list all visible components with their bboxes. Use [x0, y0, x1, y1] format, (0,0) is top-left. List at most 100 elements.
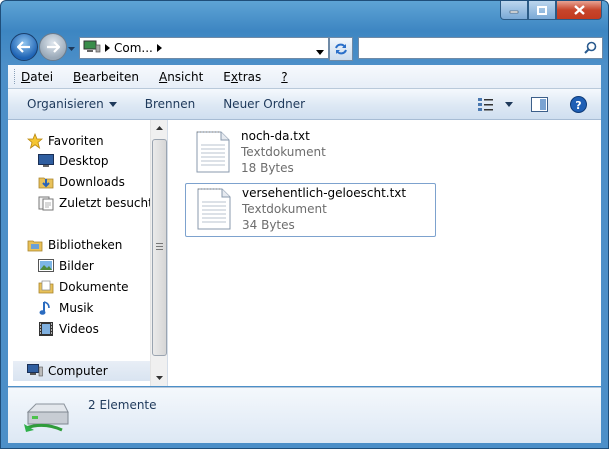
- arrow-right-icon: [47, 41, 60, 53]
- nav-documents-label: Dokumente: [59, 280, 129, 294]
- burn-button[interactable]: Brennen: [145, 97, 195, 111]
- recent-pages-dropdown[interactable]: [68, 41, 75, 55]
- maximize-button[interactable]: [528, 1, 556, 20]
- libraries-icon: [27, 237, 43, 253]
- nav-recent-places-label: Zuletzt besucht: [59, 196, 153, 210]
- back-button[interactable]: [10, 33, 38, 61]
- star-icon: [27, 133, 43, 149]
- change-view-button[interactable]: [477, 97, 513, 111]
- menu-bar: Datei Bearbeiten Ansicht Extras ?: [8, 65, 601, 89]
- minimize-button[interactable]: [500, 1, 528, 20]
- nav-computer-label: Computer: [48, 364, 108, 378]
- nav-computer[interactable]: Computer: [13, 361, 153, 381]
- address-bar[interactable]: Com...: [79, 37, 329, 59]
- view-controls: ?: [477, 89, 601, 119]
- recent-places-icon: [38, 195, 54, 211]
- svg-text:?: ?: [575, 99, 581, 112]
- nav-favorites[interactable]: Favoriten: [27, 131, 104, 151]
- help-button[interactable]: ?: [570, 95, 587, 113]
- file-item-selected[interactable]: versehentlich-geloescht.txt Textdokument…: [185, 183, 436, 237]
- preview-pane-button[interactable]: [531, 96, 548, 112]
- search-input[interactable]: [363, 38, 577, 58]
- nav-desktop[interactable]: Desktop: [38, 151, 109, 171]
- chevron-down-icon: [68, 47, 75, 51]
- menu-tools[interactable]: Extras: [210, 70, 268, 84]
- menu-grip: [14, 69, 17, 84]
- menu-view[interactable]: Ansicht: [146, 70, 210, 84]
- file-item[interactable]: noch-da.txt Textdokument 18 Bytes: [185, 127, 434, 179]
- downloads-icon: [38, 174, 54, 190]
- organize-label: Organisieren: [27, 97, 104, 111]
- help-icon: ?: [570, 95, 587, 113]
- new-folder-button[interactable]: Neuer Ordner: [223, 97, 305, 111]
- file-name: versehentlich-geloescht.txt: [242, 186, 407, 200]
- breadcrumb-separator-icon[interactable]: [105, 41, 110, 55]
- navigation-scrollbar[interactable]: [150, 120, 167, 386]
- computer-icon: [27, 363, 43, 379]
- caption-buttons: [500, 1, 602, 21]
- file-size: 18 Bytes: [241, 161, 294, 175]
- chevron-down-icon: [108, 101, 117, 107]
- nav-desktop-label: Desktop: [59, 154, 109, 168]
- file-name: noch-da.txt: [241, 129, 310, 143]
- search-box: [358, 37, 603, 59]
- nav-videos-label: Videos: [59, 322, 99, 336]
- minimize-icon: [509, 10, 519, 14]
- search-icon[interactable]: [584, 41, 597, 57]
- drive-icon: [24, 400, 70, 437]
- nav-libraries[interactable]: Bibliotheken: [27, 235, 122, 255]
- navigation-row: Com...: [1, 29, 608, 65]
- refresh-icon: [335, 43, 347, 55]
- computer-icon: [83, 40, 101, 57]
- menu-edit[interactable]: Bearbeiten: [60, 70, 146, 84]
- pictures-icon: [38, 258, 54, 274]
- breadcrumb-separator-icon[interactable]: [156, 41, 162, 55]
- documents-icon: [38, 279, 54, 295]
- videos-icon: [38, 321, 54, 337]
- maximize-icon: [537, 5, 547, 15]
- chevron-down-icon: [316, 50, 324, 55]
- breadcrumb-computer[interactable]: Com...: [114, 41, 153, 55]
- text-document-icon: [196, 187, 232, 234]
- file-type: Textdokument: [242, 202, 327, 216]
- close-icon: [573, 5, 585, 15]
- nav-downloads[interactable]: Downloads: [38, 172, 125, 192]
- nav-documents[interactable]: Dokumente: [38, 277, 129, 297]
- view-list-icon: [478, 98, 493, 111]
- burn-label: Brennen: [144, 97, 196, 111]
- chevron-down-icon: [505, 101, 513, 107]
- scroll-down-button[interactable]: [151, 370, 167, 386]
- nav-libraries-label: Bibliotheken: [48, 238, 123, 252]
- organize-button[interactable]: Organisieren: [27, 97, 117, 111]
- nav-music[interactable]: Musik: [38, 298, 94, 318]
- nav-pictures-label: Bilder: [59, 259, 94, 273]
- refresh-button[interactable]: [329, 37, 353, 61]
- command-bar: Organisieren Brennen Neuer Ordner ?: [8, 89, 601, 120]
- explorer-window: Com... Datei Bearbeiten Ansicht Extras ?: [0, 0, 609, 449]
- file-type: Textdokument: [241, 145, 326, 159]
- nav-videos[interactable]: Videos: [38, 319, 99, 339]
- nav-favorites-label: Favoriten: [48, 134, 104, 148]
- nav-music-label: Musik: [59, 301, 94, 315]
- address-history-dropdown[interactable]: [316, 44, 324, 58]
- arrow-left-icon: [17, 41, 30, 53]
- text-document-icon: [195, 130, 231, 177]
- new-folder-label: Neuer Ordner: [223, 97, 306, 111]
- scroll-up-button[interactable]: [151, 120, 167, 136]
- details-pane: 2 Elemente: [8, 387, 601, 443]
- nav-pictures[interactable]: Bilder: [38, 256, 94, 276]
- navigation-pane: Favoriten Desktop Downloads Zuletzt besu…: [8, 120, 168, 386]
- menu-help[interactable]: ?: [268, 70, 294, 84]
- item-count: 2 Elemente: [88, 398, 157, 412]
- file-list[interactable]: noch-da.txt Textdokument 18 Bytes verseh…: [168, 120, 601, 386]
- nav-recent-places[interactable]: Zuletzt besucht: [38, 193, 153, 213]
- file-size: 34 Bytes: [242, 218, 295, 232]
- music-icon: [38, 300, 54, 316]
- close-button[interactable]: [556, 1, 602, 20]
- desktop-icon: [38, 153, 54, 169]
- nav-downloads-label: Downloads: [59, 175, 125, 189]
- chevron-up-icon: [155, 126, 163, 130]
- scrollbar-thumb[interactable]: [152, 139, 167, 356]
- forward-button[interactable]: [39, 33, 67, 61]
- chevron-down-icon: [155, 376, 163, 380]
